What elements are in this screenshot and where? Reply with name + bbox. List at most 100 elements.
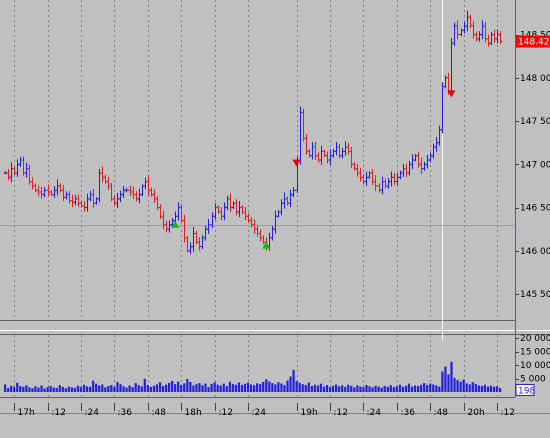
volume-bar bbox=[471, 382, 474, 392]
volume-bar bbox=[237, 382, 241, 392]
volume-bar bbox=[383, 386, 386, 392]
volume-bar bbox=[213, 382, 216, 392]
volume-bar bbox=[265, 379, 268, 392]
volume-bar bbox=[465, 383, 468, 392]
volume-bar bbox=[34, 386, 37, 392]
volume-bar bbox=[167, 382, 171, 392]
volume-bar bbox=[89, 386, 92, 392]
price-tick-label: 148 000 bbox=[520, 74, 550, 84]
volume-bar bbox=[459, 381, 462, 392]
volume-bar bbox=[338, 386, 341, 392]
volume-bar bbox=[201, 385, 204, 392]
volume-bar bbox=[161, 386, 165, 392]
volume-bar bbox=[271, 383, 274, 392]
volume-bar bbox=[404, 385, 408, 392]
volume-bar bbox=[180, 384, 183, 392]
volume-bar bbox=[335, 384, 338, 392]
volume-bar bbox=[347, 384, 350, 392]
volume-bar bbox=[134, 383, 137, 392]
volume-bar bbox=[243, 383, 247, 392]
volume-bar bbox=[155, 384, 159, 392]
chart-root: 17h:12:24:36:48 18h:12:24 19h:12:24:36:48 2… bbox=[0, 0, 550, 434]
volume-bar bbox=[331, 385, 335, 392]
volume-bar bbox=[289, 376, 292, 392]
volume-bar bbox=[16, 382, 19, 392]
volume-bar bbox=[328, 387, 332, 392]
time-tick-label: :36 bbox=[401, 408, 416, 418]
time-tick-label: 17h bbox=[18, 408, 35, 418]
volume-bar bbox=[435, 385, 438, 392]
time-tick-label: :24 bbox=[85, 408, 100, 418]
volume-bar bbox=[486, 386, 490, 392]
volume-bar bbox=[489, 385, 493, 392]
volume-bar bbox=[234, 384, 237, 392]
volume-bar bbox=[410, 386, 414, 392]
current-volume-label: 198 bbox=[518, 386, 535, 396]
volume-bar bbox=[164, 384, 168, 392]
volume-bar bbox=[55, 387, 58, 392]
volume-bar bbox=[447, 374, 450, 392]
volume-bar bbox=[413, 385, 417, 392]
volume-bar bbox=[274, 384, 277, 392]
volume-bar bbox=[316, 385, 319, 392]
volume-bar bbox=[46, 387, 49, 392]
volume-bar bbox=[231, 384, 234, 392]
volume-bar bbox=[92, 380, 95, 392]
volume-bar bbox=[125, 387, 128, 392]
volume-bar bbox=[353, 387, 356, 392]
volume-bar bbox=[116, 382, 119, 392]
volume-bar bbox=[477, 385, 480, 392]
volume-bar bbox=[128, 385, 131, 392]
volume-bar bbox=[210, 383, 213, 392]
volume-bar bbox=[371, 387, 374, 392]
volume-bar bbox=[420, 384, 423, 392]
volume-bar bbox=[19, 386, 22, 392]
time-tick-label: 20h bbox=[468, 408, 485, 418]
volume-bar bbox=[286, 380, 289, 392]
volume-bar bbox=[492, 386, 496, 392]
volume-bar bbox=[204, 383, 207, 392]
volume-tick-label: 20 000 bbox=[520, 334, 550, 344]
volume-bar bbox=[344, 386, 347, 392]
volume-bar bbox=[198, 383, 201, 392]
volume-bar bbox=[183, 383, 186, 392]
volume-bar bbox=[304, 384, 307, 392]
volume-bar bbox=[341, 385, 344, 392]
time-tick-label: :12 bbox=[334, 408, 348, 418]
time-tick-label: :24 bbox=[367, 408, 382, 418]
volume-bar bbox=[58, 384, 61, 392]
volume-bar bbox=[256, 383, 259, 392]
volume-bar bbox=[122, 386, 125, 392]
volume-bar bbox=[398, 384, 401, 392]
volume-bar bbox=[119, 384, 122, 392]
time-tick-label: :36 bbox=[118, 408, 133, 418]
volume-bar bbox=[350, 385, 353, 392]
volume-bar bbox=[456, 380, 459, 392]
volume-bar bbox=[280, 383, 283, 392]
volume-bar bbox=[295, 380, 298, 392]
volume-bar bbox=[219, 385, 222, 392]
volume-tick-label: 15 000 bbox=[520, 348, 550, 358]
volume-bar bbox=[98, 385, 101, 392]
volume-bar bbox=[322, 386, 326, 392]
volume-bar bbox=[61, 386, 64, 392]
volume-bar bbox=[495, 386, 499, 392]
volume-bar bbox=[7, 387, 10, 392]
volume-bar bbox=[380, 387, 383, 392]
volume-bar bbox=[240, 384, 244, 392]
time-tick-label: :48 bbox=[434, 408, 449, 418]
volume-bar bbox=[401, 386, 405, 392]
volume-bar bbox=[137, 385, 140, 392]
volume-bar bbox=[450, 361, 453, 392]
volume-bar bbox=[101, 384, 104, 392]
volume-bar bbox=[49, 386, 52, 392]
volume-bar bbox=[95, 383, 98, 392]
volume-bar bbox=[177, 381, 180, 392]
volume-bar bbox=[301, 384, 304, 392]
volume-bar bbox=[325, 384, 329, 392]
trading-chart: 17h:12:24:36:48 18h:12:24 19h:12:24:36:48 2… bbox=[0, 0, 550, 434]
volume-bar bbox=[140, 386, 143, 392]
price-tick-label: 147 500 bbox=[520, 117, 550, 127]
volume-bar bbox=[4, 384, 7, 392]
volume-bar bbox=[79, 387, 83, 392]
